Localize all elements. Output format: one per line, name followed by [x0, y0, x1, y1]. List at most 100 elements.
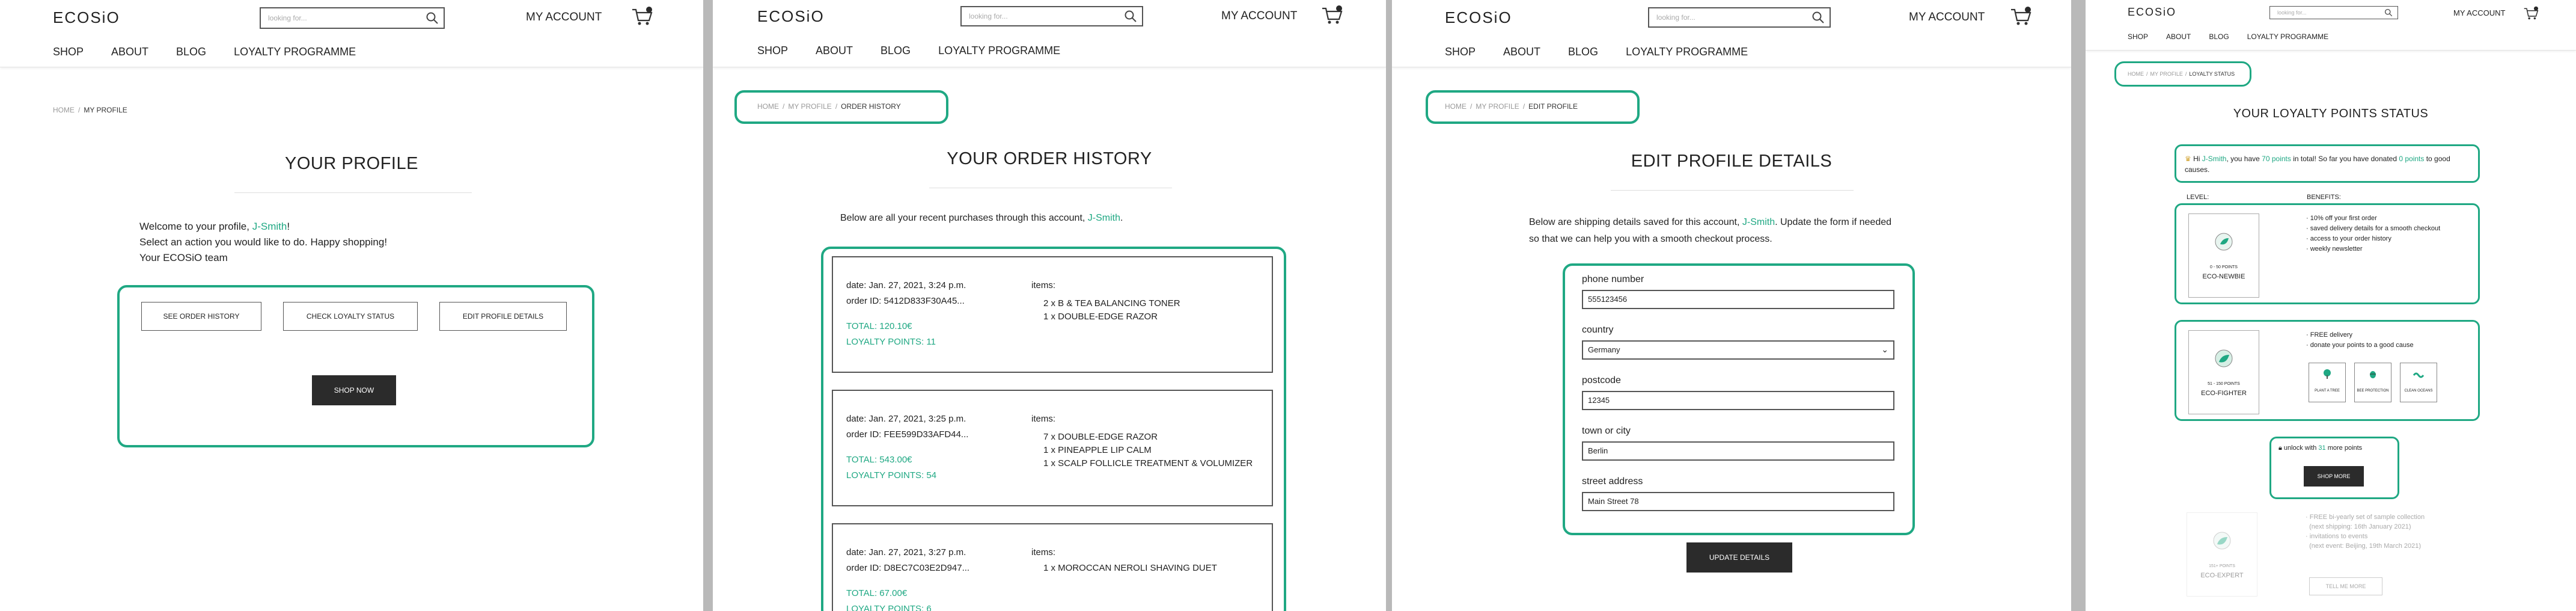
username-link[interactable]: J-Smith [1088, 213, 1120, 223]
cause-bee-protection[interactable]: BEE PROTECTION [2354, 363, 2391, 402]
username-link[interactable]: J-Smith [2202, 155, 2227, 163]
shop-more-button[interactable]: SHOP MORE [2304, 466, 2364, 487]
order-history-page: ECOSiO looking for... MY ACCOUNT SHOP AB… [713, 0, 1386, 611]
order-card: date: Jan. 27, 2021, 3:25 p.m. order ID:… [832, 390, 1273, 506]
nav-blog[interactable]: BLOG [1568, 46, 1598, 58]
badge-expert: 151+ POINTS ECO-EXPERT [2187, 512, 2257, 597]
badge-newbie: 0 - 50 POINTS ECO-NEWBIE [2188, 213, 2259, 298]
search-input[interactable]: looking for... [960, 6, 1143, 26]
nav-loyalty[interactable]: LOYALTY PROGRAMME [234, 46, 356, 58]
level-card-fighter: 51 - 150 POINTS ECO-FIGHTER · FREE deliv… [2175, 320, 2480, 421]
page-title: YOUR PROFILE [285, 154, 418, 173]
nav-loyalty[interactable]: LOYALTY PROGRAMME [2247, 32, 2328, 41]
town-input[interactable]: Berlin [1582, 441, 1894, 461]
main-nav: SHOP ABOUT BLOG LOYALTY PROGRAMME [1445, 46, 1748, 58]
crumb-profile[interactable]: MY PROFILE [2150, 71, 2183, 77]
nav-about[interactable]: ABOUT [111, 46, 148, 58]
items-label: items: [1031, 280, 1056, 290]
search-placeholder: looking for... [268, 14, 307, 22]
nav-about[interactable]: ABOUT [1503, 46, 1540, 58]
breadcrumb: HOME / MY PROFILE / EDIT PROFILE [1445, 102, 1578, 111]
logo[interactable]: ECOSiO [2128, 6, 2176, 19]
leaf-icon [2215, 349, 2233, 367]
nav-shop[interactable]: SHOP [1445, 46, 1476, 58]
benefits-label: BENEFITS: [2307, 194, 2341, 201]
search-input[interactable]: looking for... [1648, 7, 1831, 28]
site-header: ECOSiO looking for... MY ACCOUNT SHOP AB… [2086, 0, 2576, 51]
search-icon[interactable] [426, 11, 439, 25]
search-input[interactable]: looking for... [2269, 6, 2398, 19]
see-order-history-button[interactable]: SEE ORDER HISTORY [141, 302, 261, 331]
username-link[interactable]: J-Smith [252, 221, 287, 232]
unlock-text: 🔒︎ unlock with 31 more points [2278, 444, 2363, 452]
town-field: town or city Berlin [1582, 426, 1894, 461]
crumb-current: MY PROFILE [84, 106, 127, 114]
nav-about[interactable]: ABOUT [816, 45, 853, 57]
cart-icon[interactable] [2010, 6, 2031, 26]
crumb-home[interactable]: HOME [2128, 71, 2144, 77]
main-nav: SHOP ABOUT BLOG LOYALTY PROGRAMME [2128, 32, 2328, 41]
items-label: items: [1031, 414, 1056, 424]
breadcrumb: HOME / MY PROFILE [53, 106, 127, 114]
logo[interactable]: ECOSiO [53, 8, 120, 27]
nav-blog[interactable]: BLOG [881, 45, 911, 57]
orders-intro: Below are all your recent purchases thro… [840, 213, 1123, 223]
bee-icon [2370, 371, 2376, 378]
update-details-button[interactable]: UPDATE DETAILS [1686, 542, 1792, 573]
nav-shop[interactable]: SHOP [53, 46, 84, 58]
unlock-box: 🔒︎ unlock with 31 more points SHOP MORE [2269, 437, 2399, 499]
points-total: 70 points [2262, 155, 2291, 163]
crumb-home[interactable]: HOME [53, 106, 75, 114]
edit-profile-details-button[interactable]: EDIT PROFILE DETAILS [439, 302, 567, 331]
crumb-profile[interactable]: MY PROFILE [1476, 102, 1519, 111]
order-id: order ID: 5412D833F30A45... [846, 296, 965, 306]
order-points: LOYALTY POINTS: 54 [846, 470, 937, 481]
order-item: 1 x MOROCCAN NEROLI SHAVING DUET [1043, 563, 1217, 573]
logo[interactable]: ECOSiO [1445, 8, 1512, 27]
order-date: date: Jan. 27, 2021, 3:24 p.m. [846, 280, 966, 290]
nav-loyalty[interactable]: LOYALTY PROGRAMME [1626, 46, 1748, 58]
order-item: 1 x SCALP FOLLICLE TREATMENT & VOLUMIZER [1043, 458, 1253, 468]
search-icon[interactable] [1124, 10, 1137, 23]
nav-loyalty[interactable]: LOYALTY PROGRAMME [938, 45, 1060, 57]
postcode-input[interactable]: 12345 [1582, 391, 1894, 410]
street-input[interactable]: Main Street 78 [1582, 492, 1894, 511]
nav-shop[interactable]: SHOP [2128, 32, 2148, 41]
order-total: TOTAL: 67.00€ [846, 588, 908, 598]
crumb-current: EDIT PROFILE [1528, 102, 1578, 111]
nav-blog[interactable]: BLOG [176, 46, 206, 58]
country-select[interactable]: Germany ⌄ [1582, 340, 1894, 360]
my-account-link[interactable]: MY ACCOUNT [526, 11, 602, 24]
search-input[interactable]: looking for... [260, 7, 445, 29]
cart-icon[interactable] [1321, 5, 1343, 25]
my-account-link[interactable]: MY ACCOUNT [2453, 8, 2505, 17]
phone-input[interactable]: 555123456 [1582, 290, 1894, 309]
benefits-list-fighter: · FREE delivery · donate your points to … [2306, 331, 2414, 349]
nav-blog[interactable]: BLOG [2209, 32, 2229, 41]
crumb-profile[interactable]: MY PROFILE [788, 102, 831, 111]
shop-now-button[interactable]: SHOP NOW [312, 375, 396, 405]
logo[interactable]: ECOSiO [757, 7, 825, 26]
order-total: TOTAL: 120.10€ [846, 321, 912, 331]
chevron-down-icon: ⌄ [1881, 345, 1888, 354]
nav-shop[interactable]: SHOP [757, 45, 788, 57]
country-field: country Germany ⌄ [1582, 325, 1894, 360]
wave-icon [2413, 372, 2425, 378]
crumb-home[interactable]: HOME [1445, 102, 1467, 111]
cause-clean-oceans[interactable]: CLEAN OCEANS [2400, 363, 2437, 402]
my-account-link[interactable]: MY ACCOUNT [1909, 11, 1985, 24]
cart-icon[interactable] [631, 6, 653, 26]
username-link[interactable]: J-Smith [1742, 217, 1775, 227]
lock-icon: 🔒︎ [2278, 444, 2282, 452]
search-placeholder: looking for... [2277, 10, 2307, 16]
cart-icon[interactable] [2523, 6, 2539, 20]
search-icon[interactable] [1811, 11, 1825, 24]
check-loyalty-status-button[interactable]: CHECK LOYALTY STATUS [283, 302, 418, 331]
cause-plant-tree[interactable]: PLANT A TREE [2309, 363, 2346, 402]
nav-about[interactable]: ABOUT [2166, 32, 2191, 41]
my-account-link[interactable]: MY ACCOUNT [1221, 10, 1297, 23]
crumb-home[interactable]: HOME [757, 102, 779, 111]
tell-me-more-button[interactable]: TELL ME MORE [2309, 577, 2382, 595]
order-item: 7 x DOUBLE-EDGE RAZOR [1043, 432, 1158, 442]
search-icon[interactable] [2384, 8, 2393, 17]
